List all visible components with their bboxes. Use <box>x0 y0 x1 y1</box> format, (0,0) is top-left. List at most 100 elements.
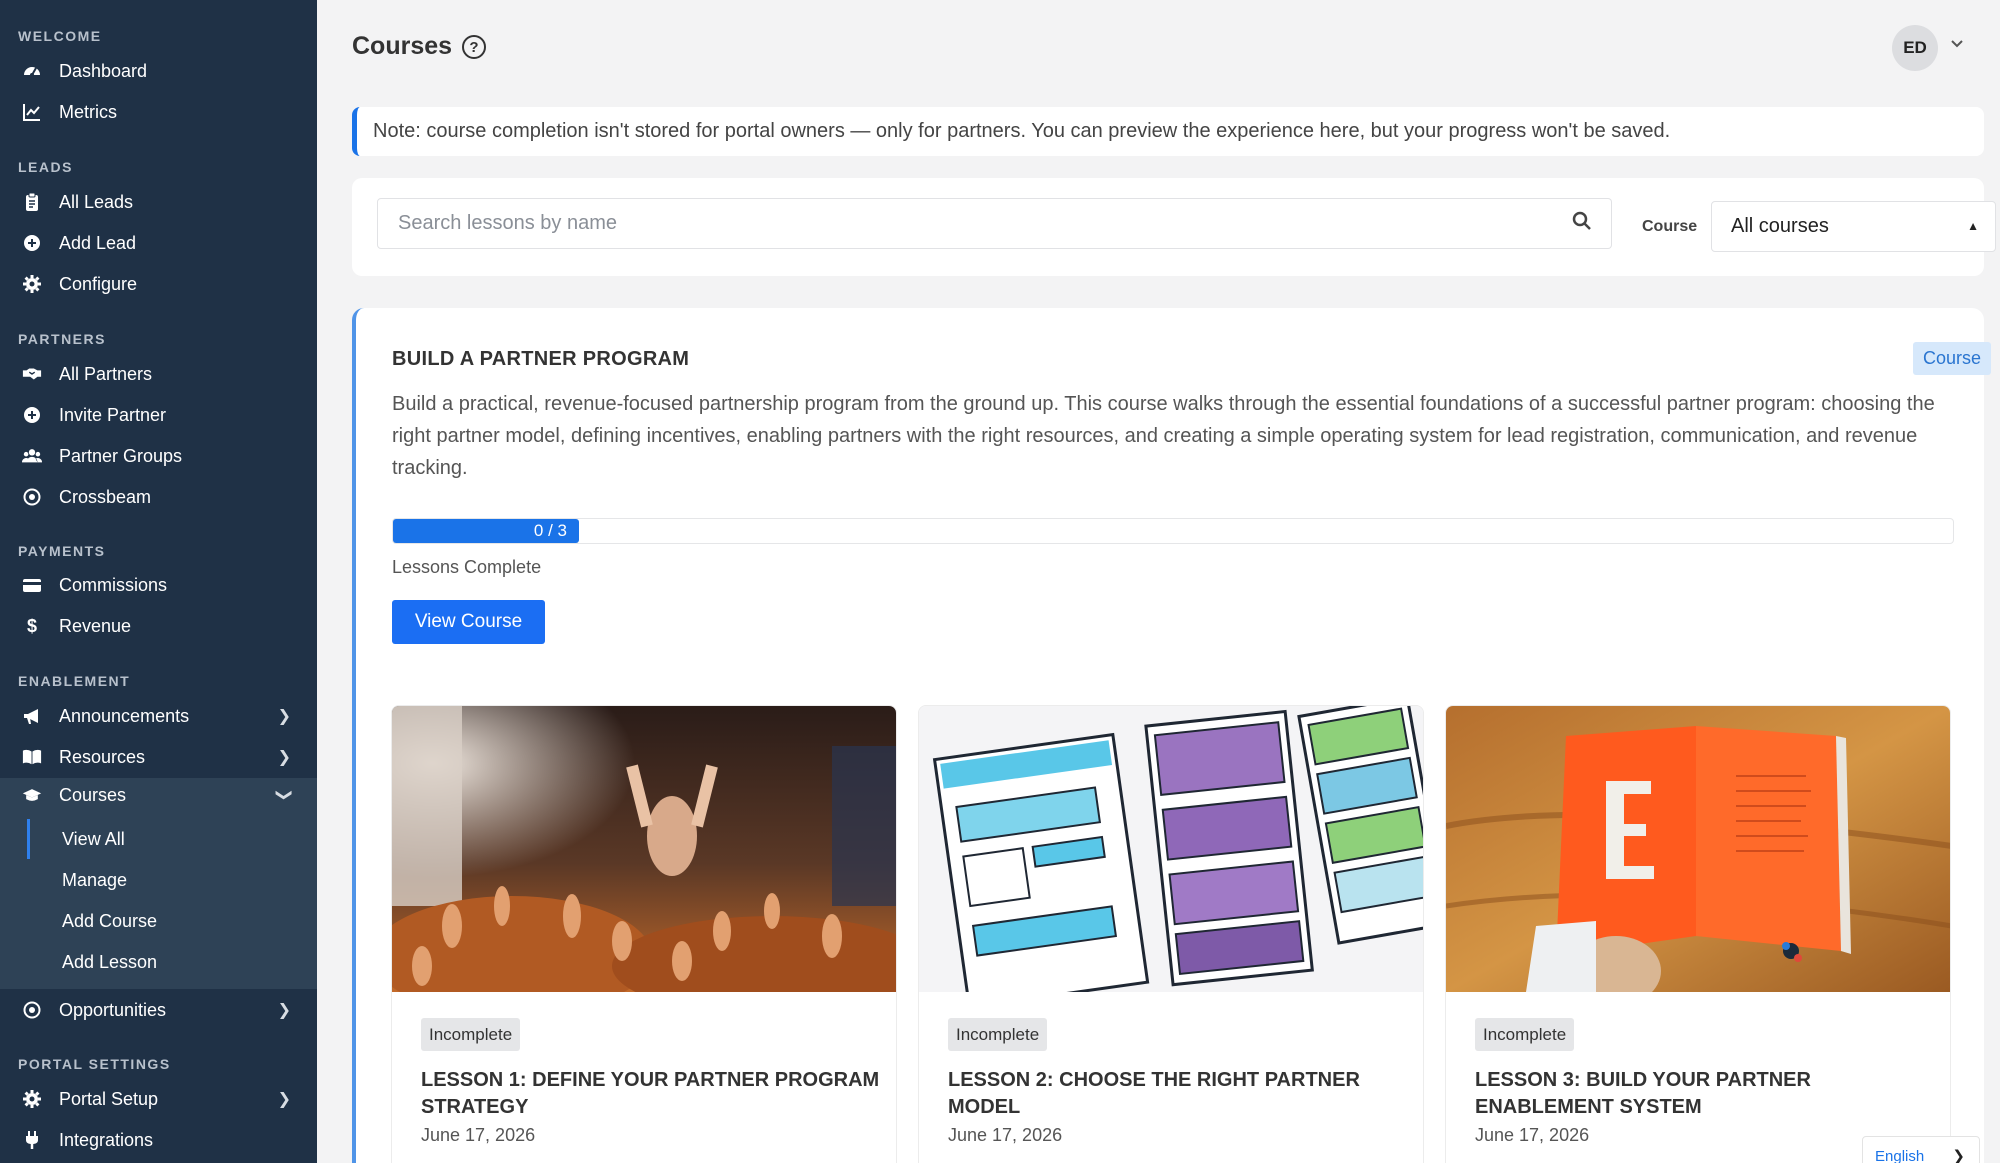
sidebar-item-opportunities[interactable]: Opportunities ❯ <box>0 990 317 1030</box>
chevron-down-icon: ❯ <box>275 788 293 802</box>
sidebar-item-all-partners[interactable]: All Partners <box>0 354 317 394</box>
search-button[interactable] <box>1552 198 1612 249</box>
lesson-card[interactable]: Incomplete LESSON 1: DEFINE YOUR PARTNER… <box>391 705 897 1163</box>
lesson-image-crowd <box>392 706 896 992</box>
sidebar-item-metrics[interactable]: Metrics <box>0 92 317 132</box>
course-description: Build a practical, revenue-focused partn… <box>392 393 1935 479</box>
sidebar-item-label: Resources <box>59 746 146 767</box>
chevron-down-icon[interactable] <box>1950 36 1964 54</box>
lesson-title: LESSON 3: BUILD YOUR PARTNER ENABLEMENT … <box>1475 1069 1811 1118</box>
submenu-item-add-course[interactable]: Add Course <box>62 901 157 941</box>
search-input[interactable] <box>377 198 1553 249</box>
target-icon <box>22 487 42 507</box>
gear-icon <box>22 274 42 294</box>
sidebar-item-label: Configure <box>59 273 138 294</box>
sidebar-item-label: Invite Partner <box>59 404 167 425</box>
sidebar-item-crossbeam[interactable]: Crossbeam <box>0 477 317 517</box>
sidebar-item-resources[interactable]: Resources ❯ <box>0 737 317 777</box>
chevron-right-icon: ❯ <box>1952 1148 1965 1163</box>
sidebar-item-label: All Partners <box>59 363 153 384</box>
sidebar-item-label: Dashboard <box>59 60 148 81</box>
section-title-leads: LEADS <box>18 159 73 175</box>
sidebar-item-announcements[interactable]: Announcements ❯ <box>0 696 317 736</box>
book-icon <box>22 747 42 767</box>
sidebar-item-commissions[interactable]: Commissions <box>0 565 317 605</box>
sidebar-item-label: All Leads <box>59 191 134 212</box>
sidebar-item-integrations[interactable]: Integrations <box>0 1120 317 1160</box>
search-icon <box>1572 211 1592 236</box>
lesson-title: LESSON 1: DEFINE YOUR PARTNER PROGRAM ST… <box>421 1069 880 1118</box>
submenu-item-add-lesson[interactable]: Add Lesson <box>62 942 157 982</box>
sidebar-item-dashboard[interactable]: Dashboard <box>0 51 317 91</box>
sidebar-item-invite-partner[interactable]: Invite Partner <box>0 395 317 435</box>
chevron-right-icon: ❯ <box>277 1002 291 1019</box>
gear-icon <box>22 1089 42 1109</box>
question-circle-icon[interactable]: ? <box>462 35 486 59</box>
lesson-card[interactable]: Incomplete LESSON 3: BUILD YOUR PARTNER … <box>1445 705 1951 1163</box>
section-title-welcome: WELCOME <box>18 28 102 44</box>
course-select-value: All courses <box>1731 215 1829 237</box>
submenu-item-view-all[interactable]: View All <box>62 819 125 859</box>
sidebar-item-label: Add Lead <box>59 232 137 253</box>
chart-line-icon <box>22 102 42 122</box>
sidebar-item-label: Courses <box>59 784 127 805</box>
sidebar-item-revenue[interactable]: $ Revenue <box>0 606 317 646</box>
course-title: BUILD A PARTNER PROGRAM <box>392 348 690 370</box>
chevron-right-icon: ❯ <box>277 1091 291 1108</box>
language-selector[interactable]: English ❯ <box>1862 1136 1980 1163</box>
select-arrows-icon: ▲ <box>1967 219 1979 233</box>
lesson-status-badge: Incomplete <box>1475 1018 1575 1051</box>
lesson-card[interactable]: Incomplete LESSON 2: CHOOSE THE RIGHT PA… <box>918 705 1424 1163</box>
course-card: BUILD A PARTNER PROGRAM Course Build a p… <box>352 308 1991 1163</box>
courses-submenu: View All Manage Add Course Add Lesson <box>0 812 317 989</box>
main-content: Courses ? ED Note: course completion isn… <box>317 0 2000 1163</box>
target-icon <box>22 1000 42 1020</box>
dollar-icon: $ <box>26 615 37 636</box>
progress-fill: 0 / 3 <box>393 519 579 543</box>
course-badge: Course <box>1913 342 1991 375</box>
sidebar-item-label: Metrics <box>59 101 117 122</box>
lesson-date: June 17, 2026 <box>1475 1125 1590 1145</box>
handshake-icon <box>22 364 42 384</box>
chevron-right-icon: ❯ <box>277 708 291 725</box>
sidebar-item-label: Crossbeam <box>59 486 152 507</box>
sidebar-item-label: Opportunities <box>59 999 167 1020</box>
sidebar-item-label: Partner Groups <box>59 445 183 466</box>
lesson-status-badge: Incomplete <box>421 1018 521 1051</box>
clipboard-icon <box>22 192 42 212</box>
sidebar-item-label: Commissions <box>59 574 168 595</box>
submenu-item-manage[interactable]: Manage <box>62 860 127 900</box>
sidebar-item-configure[interactable]: Configure <box>0 264 317 304</box>
sidebar-item-courses[interactable]: Courses ❯ <box>0 778 317 812</box>
course-select[interactable]: All courses ▲ <box>1711 201 1996 252</box>
sidebar-item-portal-setup[interactable]: Portal Setup ❯ <box>0 1079 317 1119</box>
sidebar-item-partner-groups[interactable]: Partner Groups <box>0 436 317 476</box>
megaphone-icon <box>22 706 42 726</box>
section-title-enablement: ENABLEMENT <box>18 673 131 689</box>
section-title-partners: PARTNERS <box>18 331 106 347</box>
preview-note: Note: course completion isn't stored for… <box>352 107 1984 156</box>
sidebar: WELCOME Dashboard Metrics LEADS All Lead… <box>0 0 317 1163</box>
sidebar-item-add-lead[interactable]: Add Lead <box>0 223 317 263</box>
course-progress-bar: 0 / 3 <box>392 518 1954 544</box>
section-title-payments: PAYMENTS <box>18 543 106 559</box>
section-title-portal-settings: PORTAL SETTINGS <box>18 1056 171 1072</box>
credit-card-icon <box>22 575 42 595</box>
lesson-status-badge: Incomplete <box>948 1018 1048 1051</box>
plus-circle-icon <box>22 233 42 253</box>
sidebar-item-label: Integrations <box>59 1129 154 1150</box>
sidebar-item-label: Portal Setup <box>59 1088 159 1109</box>
lesson-title: LESSON 2: CHOOSE THE RIGHT PARTNER MODEL <box>948 1069 1360 1118</box>
chevron-right-icon: ❯ <box>277 749 291 766</box>
graduation-cap-icon <box>22 785 42 805</box>
lesson-image-book <box>1446 706 1950 992</box>
plug-icon <box>22 1130 42 1150</box>
filter-bar: Course All courses ▲ <box>352 178 1996 276</box>
course-filter-label: Course <box>1642 218 1698 235</box>
language-label: English <box>1875 1148 1925 1163</box>
avatar[interactable]: ED <box>1892 25 1938 71</box>
view-course-button[interactable]: View Course <box>392 600 545 644</box>
sidebar-item-all-leads[interactable]: All Leads <box>0 182 317 222</box>
sidebar-item-label: Revenue <box>59 615 132 636</box>
lesson-image-wireframes <box>919 706 1423 992</box>
